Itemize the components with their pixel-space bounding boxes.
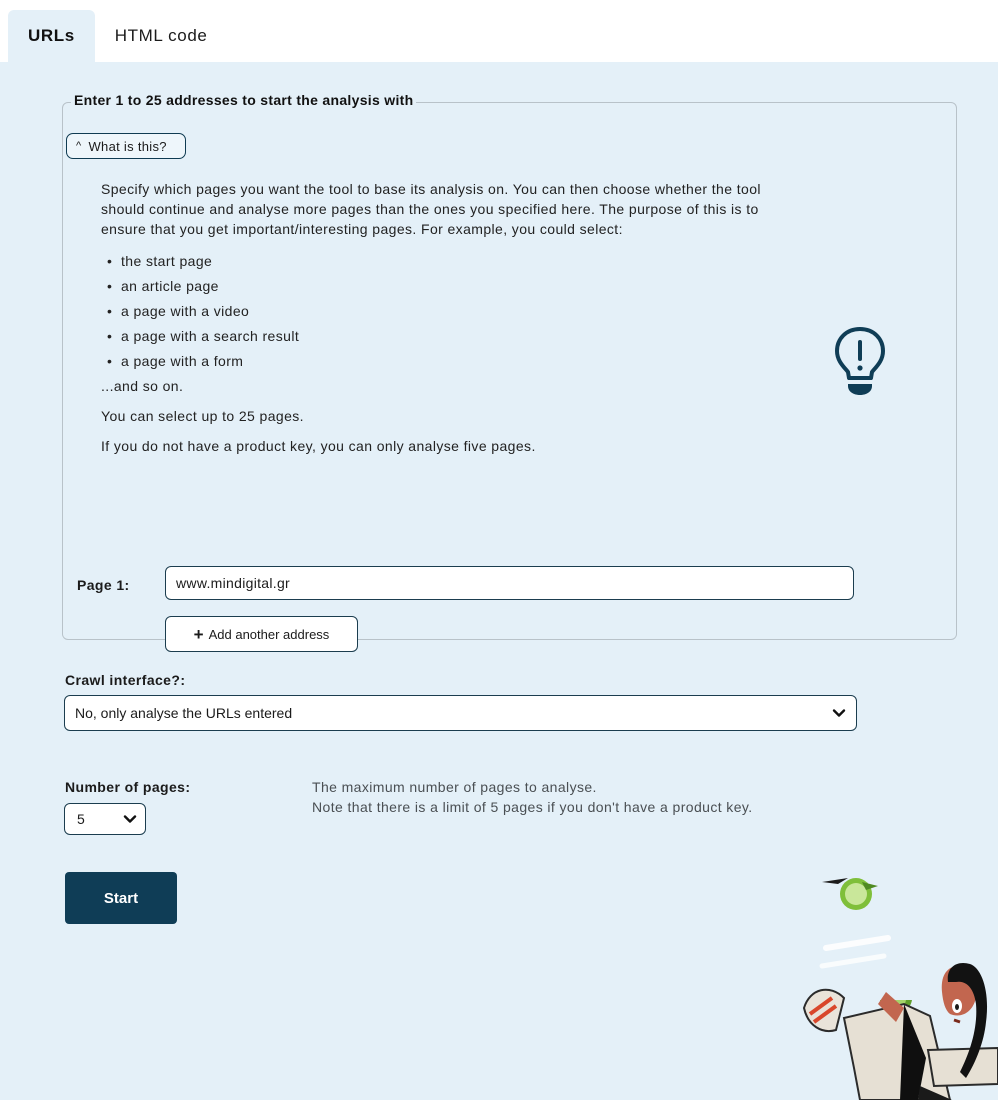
list-item: the start page bbox=[101, 249, 801, 274]
help-text: Specify which pages you want the tool to… bbox=[101, 179, 801, 459]
number-of-pages-label: Number of pages: bbox=[65, 779, 191, 795]
crawl-selected-value: No, only analyse the URLs entered bbox=[75, 705, 293, 721]
list-item: a page with a search result bbox=[101, 324, 801, 349]
chevron-down-icon bbox=[832, 709, 846, 717]
product-key-text: If you do not have a product key, you ca… bbox=[101, 438, 536, 454]
addresses-fieldset: Enter 1 to 25 addresses to start the ana… bbox=[62, 92, 957, 652]
chef-illustration bbox=[802, 878, 998, 1100]
pages-help-line-2: Note that there is a limit of 5 pages if… bbox=[312, 799, 753, 815]
fieldset-legend: Enter 1 to 25 addresses to start the ana… bbox=[71, 92, 417, 108]
apple-slice-top bbox=[822, 878, 878, 910]
help-intro: Specify which pages you want the tool to… bbox=[101, 181, 761, 237]
lightbulb-icon bbox=[835, 327, 885, 395]
list-item: a page with a form bbox=[101, 349, 801, 374]
list-item: a page with a video bbox=[101, 299, 801, 324]
start-button[interactable]: Start bbox=[65, 872, 177, 924]
what-is-this-label: What is this? bbox=[88, 138, 167, 154]
number-of-pages-select[interactable]: 5 bbox=[64, 803, 146, 835]
tab-urls[interactable]: URLs bbox=[8, 10, 95, 62]
page-1-label: Page 1: bbox=[77, 577, 130, 593]
example-list: the start page an article page a page wi… bbox=[101, 249, 801, 374]
pages-help-line-1: The maximum number of pages to analyse. bbox=[312, 779, 597, 795]
tab-html-code[interactable]: HTML code bbox=[95, 10, 228, 62]
add-address-label: Add another address bbox=[208, 626, 330, 642]
add-address-button[interactable]: + Add another address bbox=[165, 616, 358, 652]
chevron-down-icon bbox=[123, 815, 137, 823]
page-1-url-input[interactable] bbox=[165, 566, 854, 600]
plus-icon: + bbox=[193, 624, 204, 644]
pages-selected-value: 5 bbox=[77, 811, 85, 827]
number-of-pages-help: The maximum number of pages to analyse. … bbox=[312, 777, 782, 817]
urls-panel: Enter 1 to 25 addresses to start the ana… bbox=[0, 62, 998, 1100]
and-so-on-text: ...and so on. bbox=[101, 378, 184, 394]
limit-text: You can select up to 25 pages. bbox=[101, 408, 304, 424]
crawl-interface-label: Crawl interface?: bbox=[65, 672, 186, 688]
chevron-up-icon: ^ bbox=[76, 139, 82, 152]
crawl-interface-select[interactable]: No, only analyse the URLs entered bbox=[64, 695, 857, 731]
what-is-this-button[interactable]: ^ What is this? bbox=[66, 133, 186, 159]
tab-bar: URLs HTML code bbox=[8, 10, 227, 62]
list-item: an article page bbox=[101, 274, 801, 299]
